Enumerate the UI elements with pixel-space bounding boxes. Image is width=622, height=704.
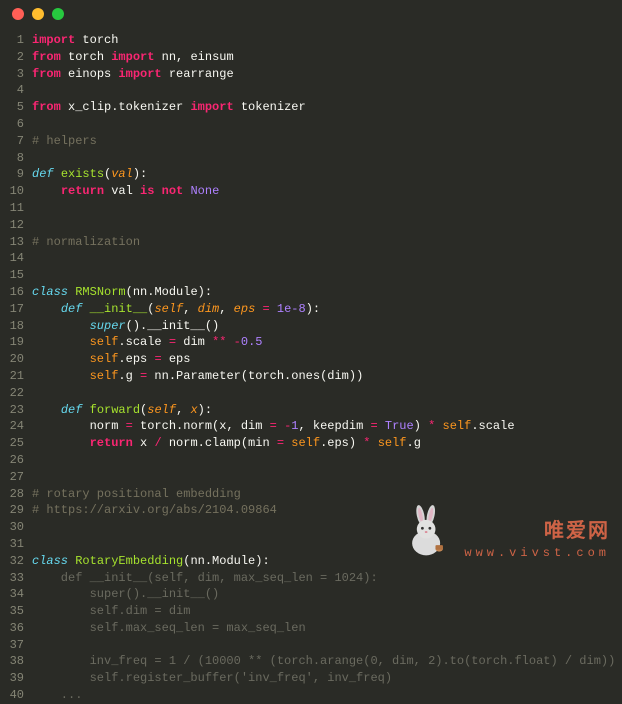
line-number: 24 <box>0 418 24 435</box>
line-number: 14 <box>0 250 24 267</box>
line-number: 7 <box>0 133 24 150</box>
line-number: 37 <box>0 637 24 654</box>
code-line[interactable] <box>32 150 622 167</box>
line-number: 21 <box>0 368 24 385</box>
code-line[interactable]: self.register_buffer('inv_freq', inv_fre… <box>32 670 622 687</box>
line-number: 31 <box>0 536 24 553</box>
line-number: 32 <box>0 553 24 570</box>
code-line[interactable] <box>32 469 622 486</box>
code-line[interactable] <box>32 82 622 99</box>
code-line[interactable]: def forward(self, x): <box>32 402 622 419</box>
code-line[interactable]: def __init__(self, dim, max_seq_len = 10… <box>32 570 622 587</box>
watermark-text-cn: 唯爱网 <box>544 514 610 544</box>
line-number: 39 <box>0 670 24 687</box>
code-line[interactable]: # normalization <box>32 234 622 251</box>
code-line[interactable]: def __init__(self, dim, eps = 1e-8): <box>32 301 622 318</box>
code-line[interactable]: def exists(val): <box>32 166 622 183</box>
line-number: 11 <box>0 200 24 217</box>
code-line[interactable]: class RMSNorm(nn.Module): <box>32 284 622 301</box>
line-number: 17 <box>0 301 24 318</box>
line-number: 19 <box>0 334 24 351</box>
line-number: 12 <box>0 217 24 234</box>
code-line[interactable]: self.scale = dim ** -0.5 <box>32 334 622 351</box>
code-line[interactable]: # helpers <box>32 133 622 150</box>
line-number: 26 <box>0 452 24 469</box>
line-number: 38 <box>0 653 24 670</box>
line-number: 30 <box>0 519 24 536</box>
line-number: 15 <box>0 267 24 284</box>
line-number: 4 <box>0 82 24 99</box>
line-number: 36 <box>0 620 24 637</box>
code-line[interactable]: inv_freq = 1 / (10000 ** (torch.arange(0… <box>32 653 622 670</box>
code-line[interactable] <box>32 385 622 402</box>
line-number: 40 <box>0 687 24 704</box>
line-number: 13 <box>0 234 24 251</box>
bunny-icon <box>400 504 456 560</box>
watermark: 唯爱网 www.vivst.com <box>400 504 610 560</box>
line-number: 10 <box>0 183 24 200</box>
line-number: 9 <box>0 166 24 183</box>
code-line[interactable] <box>32 267 622 284</box>
code-editor[interactable]: 1234567891011121314151617181920212223242… <box>0 28 622 704</box>
code-line[interactable] <box>32 116 622 133</box>
line-number: 1 <box>0 32 24 49</box>
minimize-icon[interactable] <box>32 8 44 20</box>
line-number: 28 <box>0 486 24 503</box>
code-line[interactable]: return val is not None <box>32 183 622 200</box>
code-line[interactable] <box>32 217 622 234</box>
line-number: 29 <box>0 502 24 519</box>
line-number: 3 <box>0 66 24 83</box>
line-number: 27 <box>0 469 24 486</box>
code-line[interactable]: self.g = nn.Parameter(torch.ones(dim)) <box>32 368 622 385</box>
line-number: 18 <box>0 318 24 335</box>
watermark-url: www.vivst.com <box>464 546 610 560</box>
line-number: 23 <box>0 402 24 419</box>
code-content[interactable]: import torchfrom torch import nn, einsum… <box>32 32 622 704</box>
line-number: 8 <box>0 150 24 167</box>
code-line[interactable]: self.eps = eps <box>32 351 622 368</box>
code-line[interactable]: norm = torch.norm(x, dim = -1, keepdim =… <box>32 418 622 435</box>
code-line[interactable]: from torch import nn, einsum <box>32 49 622 66</box>
line-number: 6 <box>0 116 24 133</box>
line-number: 35 <box>0 603 24 620</box>
line-number: 16 <box>0 284 24 301</box>
code-line[interactable] <box>32 452 622 469</box>
code-line[interactable] <box>32 637 622 654</box>
window-titlebar <box>0 0 622 28</box>
line-number: 2 <box>0 49 24 66</box>
line-number: 34 <box>0 586 24 603</box>
code-line[interactable]: super().__init__() <box>32 318 622 335</box>
close-icon[interactable] <box>12 8 24 20</box>
line-number: 33 <box>0 570 24 587</box>
line-number: 25 <box>0 435 24 452</box>
line-number: 22 <box>0 385 24 402</box>
code-line[interactable]: self.max_seq_len = max_seq_len <box>32 620 622 637</box>
code-line[interactable]: # rotary positional embedding <box>32 486 622 503</box>
code-line[interactable]: from x_clip.tokenizer import tokenizer <box>32 99 622 116</box>
maximize-icon[interactable] <box>52 8 64 20</box>
code-line[interactable]: return x / norm.clamp(min = self.eps) * … <box>32 435 622 452</box>
line-number-gutter: 1234567891011121314151617181920212223242… <box>0 32 32 704</box>
code-line[interactable]: from einops import rearrange <box>32 66 622 83</box>
code-line[interactable]: super().__init__() <box>32 586 622 603</box>
code-line[interactable]: import torch <box>32 32 622 49</box>
code-line[interactable]: ... <box>32 687 622 704</box>
code-line[interactable] <box>32 250 622 267</box>
line-number: 20 <box>0 351 24 368</box>
line-number: 5 <box>0 99 24 116</box>
code-line[interactable]: self.dim = dim <box>32 603 622 620</box>
code-line[interactable] <box>32 200 622 217</box>
